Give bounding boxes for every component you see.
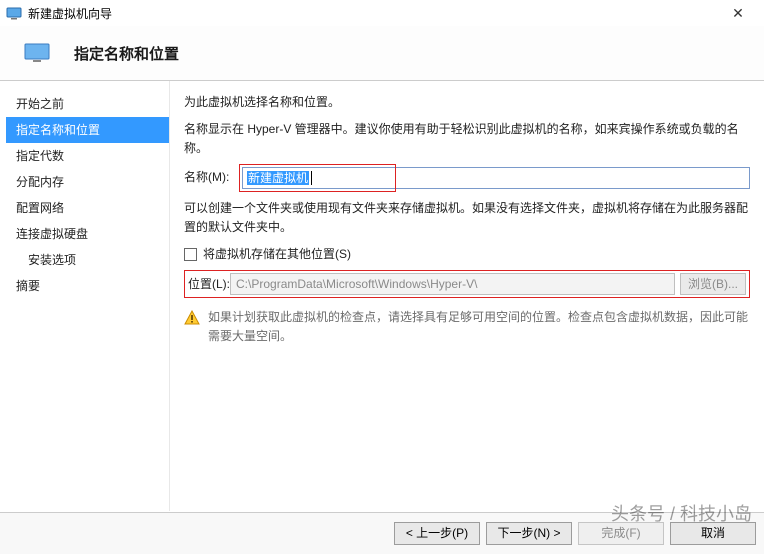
location-row: 位置(L): C:\ProgramData\Microsoft\Windows\… — [184, 270, 750, 298]
step-name-location[interactable]: 指定名称和位置 — [6, 117, 169, 143]
location-label: 位置(L): — [188, 275, 230, 294]
wizard-header: 指定名称和位置 — [0, 26, 764, 81]
browse-button: 浏览(B)... — [680, 273, 746, 295]
store-other-row: 将虚拟机存储在其他位置(S) — [184, 245, 750, 264]
prev-button[interactable]: < 上一步(P) — [394, 522, 480, 545]
warning-row: 如果计划获取此虚拟机的检查点，请选择具有足够可用空间的位置。检查点包含虚拟机数据… — [184, 308, 750, 346]
name-label: 名称(M): — [184, 168, 242, 187]
intro-text: 为此虚拟机选择名称和位置。 — [184, 93, 750, 112]
page-title: 指定名称和位置 — [74, 43, 179, 64]
cancel-button[interactable]: 取消 — [670, 522, 756, 545]
app-icon — [6, 5, 22, 21]
step-summary[interactable]: 摘要 — [6, 273, 169, 299]
store-other-label: 将虚拟机存储在其他位置(S) — [203, 245, 351, 264]
next-button[interactable]: 下一步(N) > — [486, 522, 572, 545]
step-generation[interactable]: 指定代数 — [6, 143, 169, 169]
warning-icon — [184, 310, 200, 326]
window-title: 新建虚拟机向导 — [28, 5, 112, 22]
store-other-checkbox[interactable] — [184, 248, 197, 261]
finish-button: 完成(F) — [578, 522, 664, 545]
warning-text: 如果计划获取此虚拟机的检查点，请选择具有足够可用空间的位置。检查点包含虚拟机数据… — [208, 308, 750, 346]
step-before-begin[interactable]: 开始之前 — [6, 91, 169, 117]
window-titlebar: 新建虚拟机向导 ✕ — [0, 0, 764, 26]
step-network[interactable]: 配置网络 — [6, 195, 169, 221]
name-hint-text: 名称显示在 Hyper-V 管理器中。建议你使用有助于轻松识别此虚拟机的名称，如… — [184, 120, 750, 158]
close-button[interactable]: ✕ — [718, 2, 758, 24]
location-input: C:\ProgramData\Microsoft\Windows\Hyper-V… — [230, 273, 675, 295]
name-row: 名称(M): 新建虚拟机 — [184, 167, 750, 189]
step-memory[interactable]: 分配内存 — [6, 169, 169, 195]
wizard-steps: 开始之前 指定名称和位置 指定代数 分配内存 配置网络 连接虚拟硬盘 安装选项 … — [0, 81, 170, 511]
step-install-options[interactable]: 安装选项 — [6, 247, 169, 273]
wizard-body: 开始之前 指定名称和位置 指定代数 分配内存 配置网络 连接虚拟硬盘 安装选项 … — [0, 81, 764, 511]
monitor-icon — [24, 43, 52, 63]
location-hint-text: 可以创建一个文件夹或使用现有文件夹来存储虚拟机。如果没有选择文件夹，虚拟机将存储… — [184, 199, 750, 237]
name-input[interactable]: 新建虚拟机 — [242, 167, 750, 189]
step-vhd[interactable]: 连接虚拟硬盘 — [6, 221, 169, 247]
wizard-content: 为此虚拟机选择名称和位置。 名称显示在 Hyper-V 管理器中。建议你使用有助… — [170, 81, 764, 511]
wizard-footer: < 上一步(P) 下一步(N) > 完成(F) 取消 — [0, 512, 764, 554]
